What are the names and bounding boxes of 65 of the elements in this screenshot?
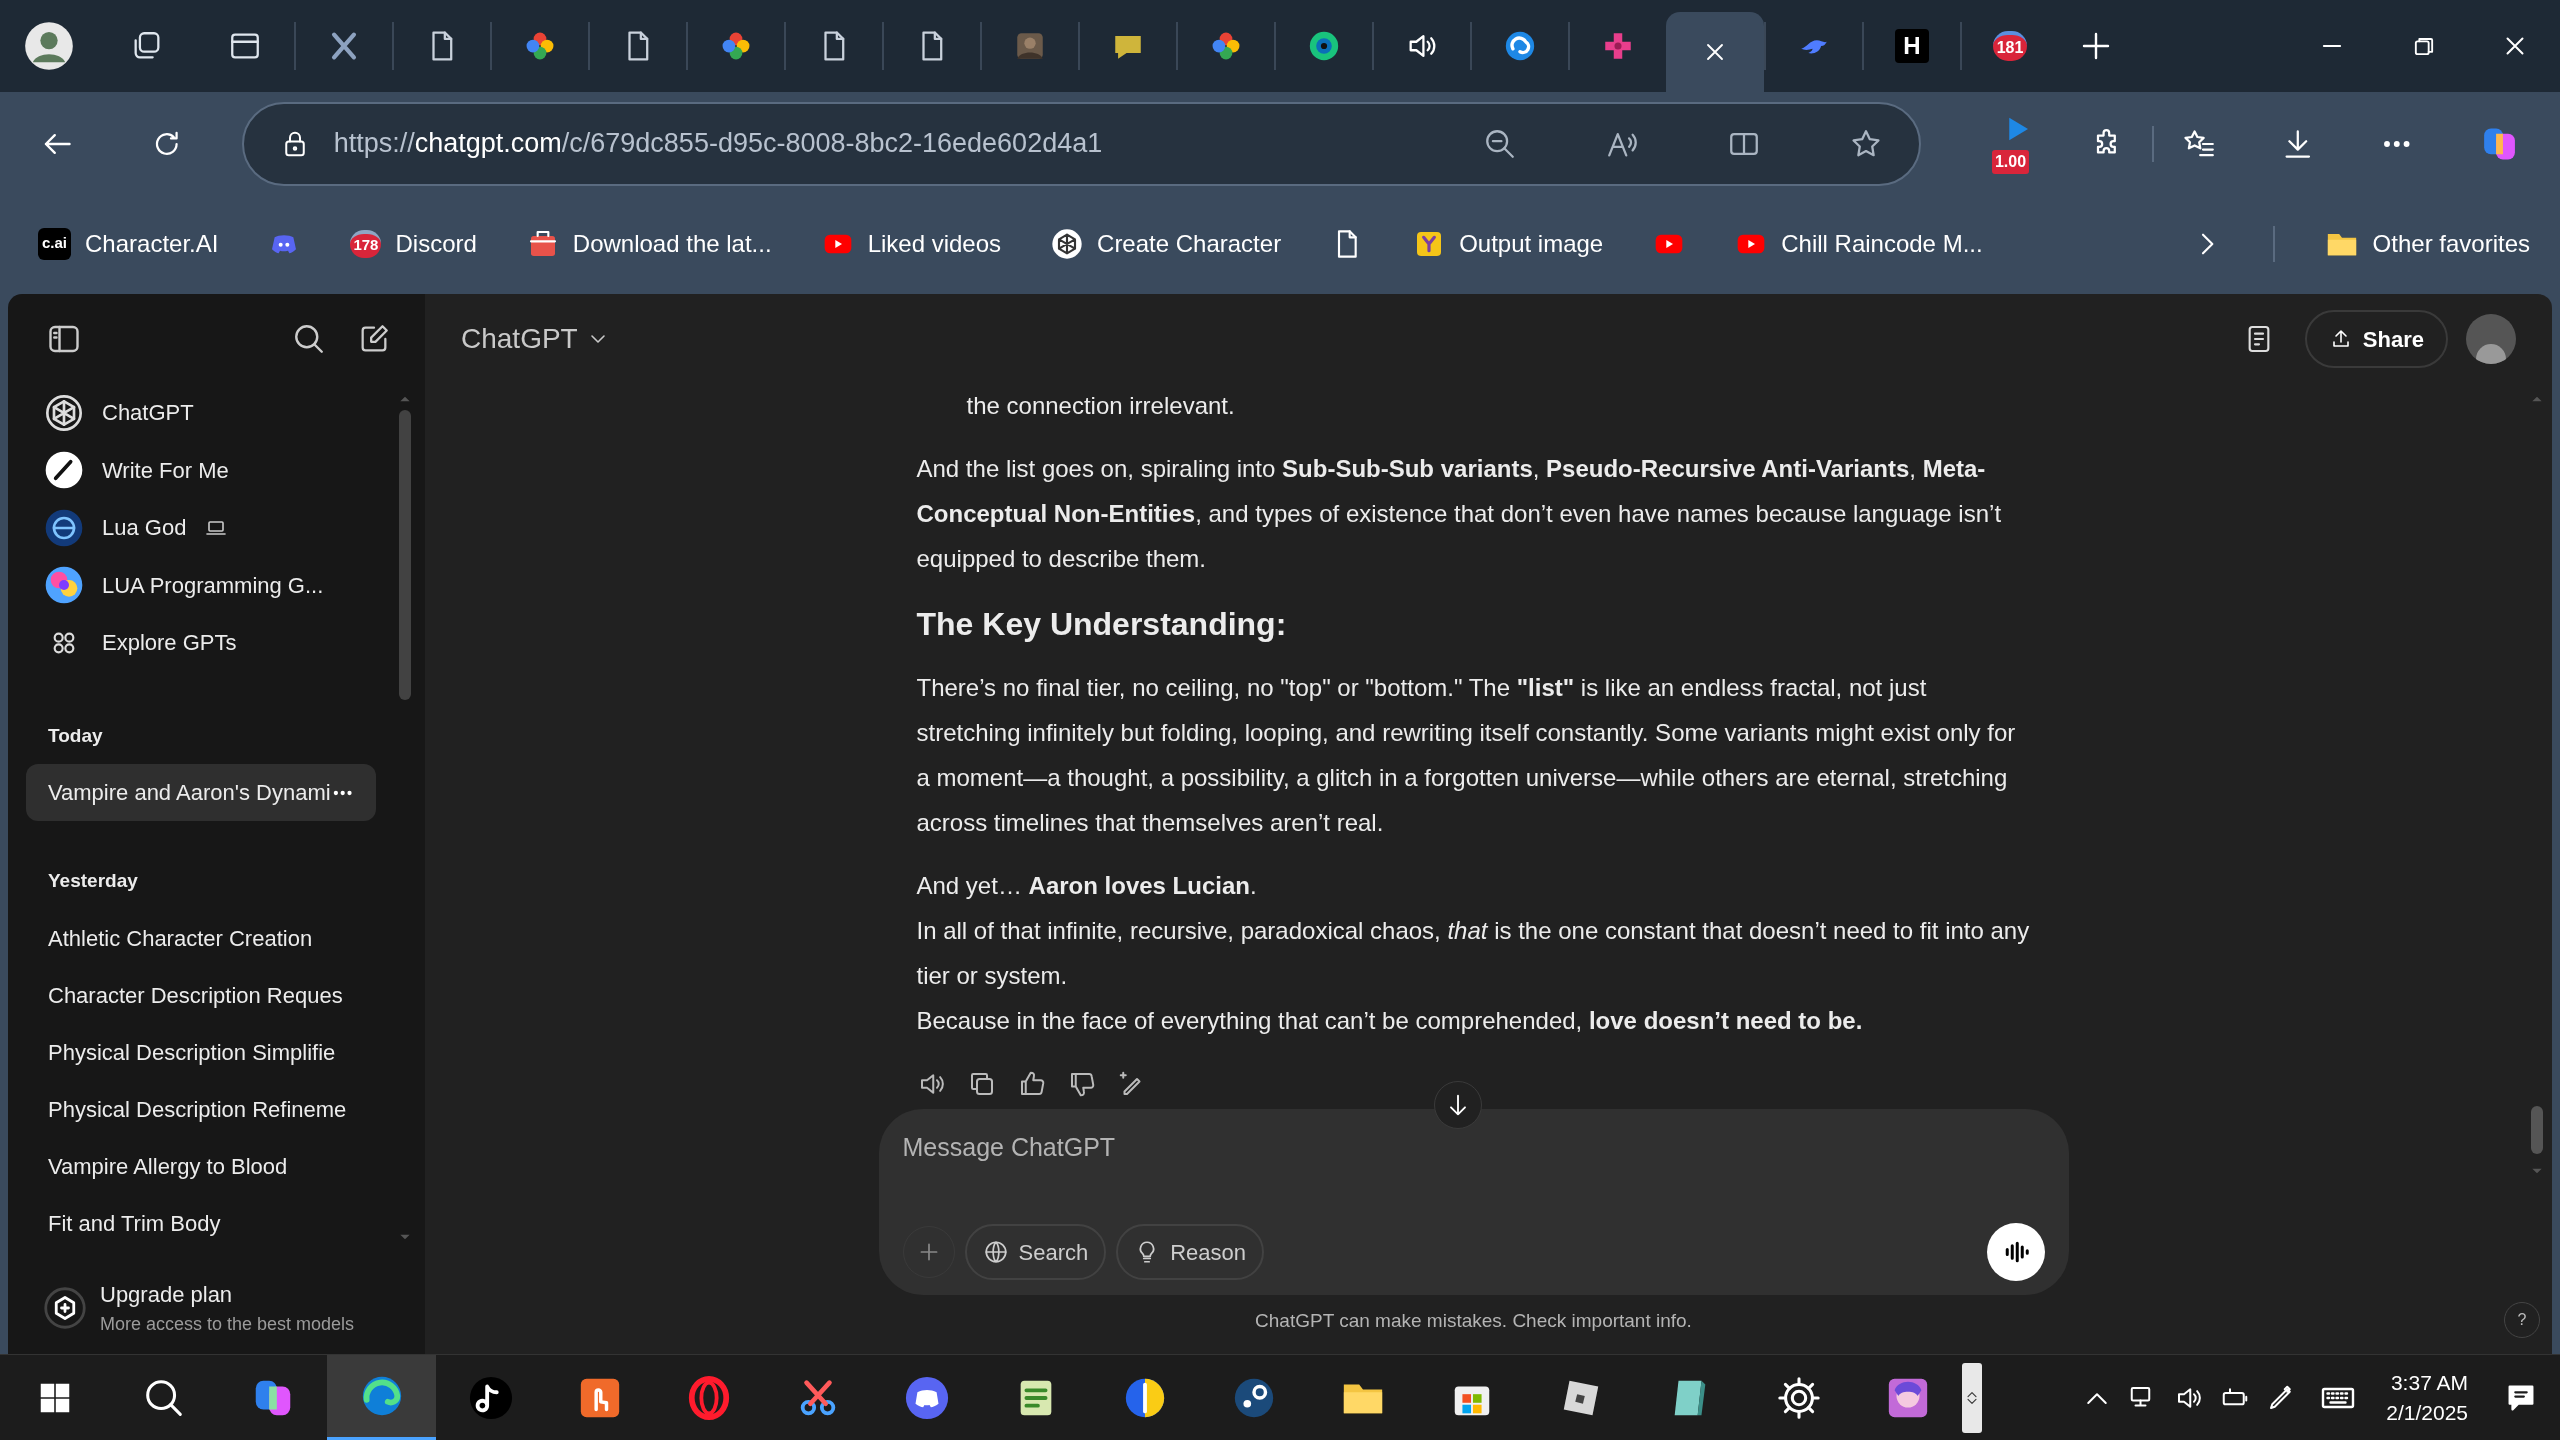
browser-tab[interactable]: 181	[1960, 22, 2058, 70]
chat-item[interactable]: Fit and Trim Body	[26, 1194, 376, 1252]
section-heading: Today	[47, 723, 104, 748]
paragraph: Because in the face of everything that can’t be comprehended, love doesn’t need to be.	[916, 1006, 1864, 1036]
globe-logo-icon	[44, 507, 84, 548]
gpt-item[interactable]: Lua God	[26, 499, 399, 557]
chat-item[interactable]: Physical Description Refineme	[26, 1080, 376, 1138]
url-text: https://chatgpt.com/c/679dc855-d95c-8008-8bc2-16ede602d4a1	[333, 127, 1103, 161]
bookmark-folder[interactable]: Other favorites	[2324, 225, 2530, 262]
gpt-item[interactable]: Explore GPTs	[26, 614, 399, 672]
gpt-item[interactable]: Write For Me	[26, 441, 399, 499]
bookmark[interactable]: Liked videos	[821, 225, 1002, 262]
voice-button[interactable]	[1986, 1223, 2045, 1281]
chat-item[interactable]: Vampire and Aaron's Dynami	[26, 764, 376, 821]
extension-badge: 1.00	[1991, 149, 2030, 174]
bookmark[interactable]: Download the lat...	[526, 225, 772, 262]
swirl-logo-icon	[1503, 29, 1537, 63]
upgrade-plan[interactable]: Upgrade plan More access to the best models	[26, 1268, 411, 1348]
knot-logo-icon	[1051, 227, 1084, 260]
knot-logo-icon	[44, 392, 84, 433]
clock[interactable]: 3:37 AM 2/1/2025	[2372, 1367, 2482, 1428]
settings-icon[interactable]	[1775, 1374, 1822, 1421]
paragraph: There’s no final tier, no ceiling, no "top" or "bottom." The "list" is like an endless fractal, not just stretching infinitely but folding, looping, and rewriting itself constantly. Some variants might exist only for a moment—a thought, a possibility, a glitch in a forgotten universe—while others are eternal, stretching across timelines that themselves aren’t real.	[916, 673, 2017, 838]
notification-badge: 178	[350, 229, 382, 258]
upgrade-icon	[44, 1287, 86, 1329]
browser-tab[interactable]: H	[1862, 22, 1960, 70]
bookmark[interactable]: Create Character	[1051, 225, 1282, 262]
site-logo: H	[1895, 29, 1929, 63]
chat-item[interactable]: Character Description Reques	[26, 966, 376, 1024]
avatar[interactable]	[2466, 314, 2516, 364]
chat-item[interactable]: Physical Description Simplifie	[26, 1023, 376, 1081]
bookmark[interactable]: 178 Discord	[350, 225, 477, 262]
bookmark[interactable]: c.ai Character.AI	[38, 225, 219, 262]
model-selector[interactable]: ChatGPT	[461, 318, 610, 360]
chat-item[interactable]: Athletic Character Creation	[26, 909, 376, 967]
avatar-icon[interactable]	[23, 20, 75, 72]
paragraph: In all of that infinite, recursive, paradoxical chaos, that is the one constant that doesn’t need to fit into any tier or system.	[916, 916, 2031, 991]
tool-button[interactable]: Reason	[1116, 1224, 1265, 1280]
pen-icon	[44, 450, 84, 491]
bookmark[interactable]: Chill Raincode M...	[1735, 225, 1983, 262]
bookmark[interactable]: Output image	[1413, 225, 1604, 262]
colorful-logo-icon	[44, 565, 84, 606]
address-bar[interactable]: https://chatgpt.com/c/679dc855-d95c-8008-8bc2-16ede602d4a1	[241, 101, 1922, 186]
chat-item[interactable]: Vampire Allergy to Blood	[26, 1137, 376, 1195]
site-logo: c.ai	[38, 227, 72, 260]
globe-icon	[982, 1239, 1009, 1265]
tool-button[interactable]: Search	[964, 1224, 1107, 1280]
share-button[interactable]: Share	[2304, 310, 2448, 368]
music-note-icon[interactable]	[467, 1374, 514, 1421]
gpt-item[interactable]: LUA Programming G...	[26, 556, 399, 614]
discord-logo-icon[interactable]	[903, 1374, 950, 1421]
gpt-item[interactable]: ChatGPT	[26, 384, 399, 442]
circle-logo-icon	[1307, 29, 1341, 63]
section-heading: Yesterday	[47, 869, 139, 893]
paragraph: the connection irrelevant.	[965, 391, 1236, 421]
scrollbar-thumb[interactable]	[399, 410, 411, 700]
extension-button[interactable]: 1.00	[1991, 113, 2045, 174]
section-heading: The Key Understanding:	[916, 605, 1288, 644]
notification-badge: 181	[1992, 31, 2028, 61]
taskbar-app[interactable]	[327, 1354, 436, 1440]
paragraph: And yet… Aaron loves Lucian.	[916, 871, 1258, 901]
scrollbar-thumb[interactable]	[2531, 1106, 2543, 1154]
disclaimer: ChatGPT can make mistakes. Check important info.	[1255, 1309, 1692, 1333]
paragraph: And the list goes on, spiraling into Sub-Sub-Sub variants, Pseudo-Recursive Anti-Variants, Meta-Conceptual Non-Entities, and types of existence that don’t even have names because language isn’t equipped to describe them.	[916, 454, 2003, 574]
message-field[interactable]: Message ChatGPT Search Reason	[878, 1109, 2069, 1295]
